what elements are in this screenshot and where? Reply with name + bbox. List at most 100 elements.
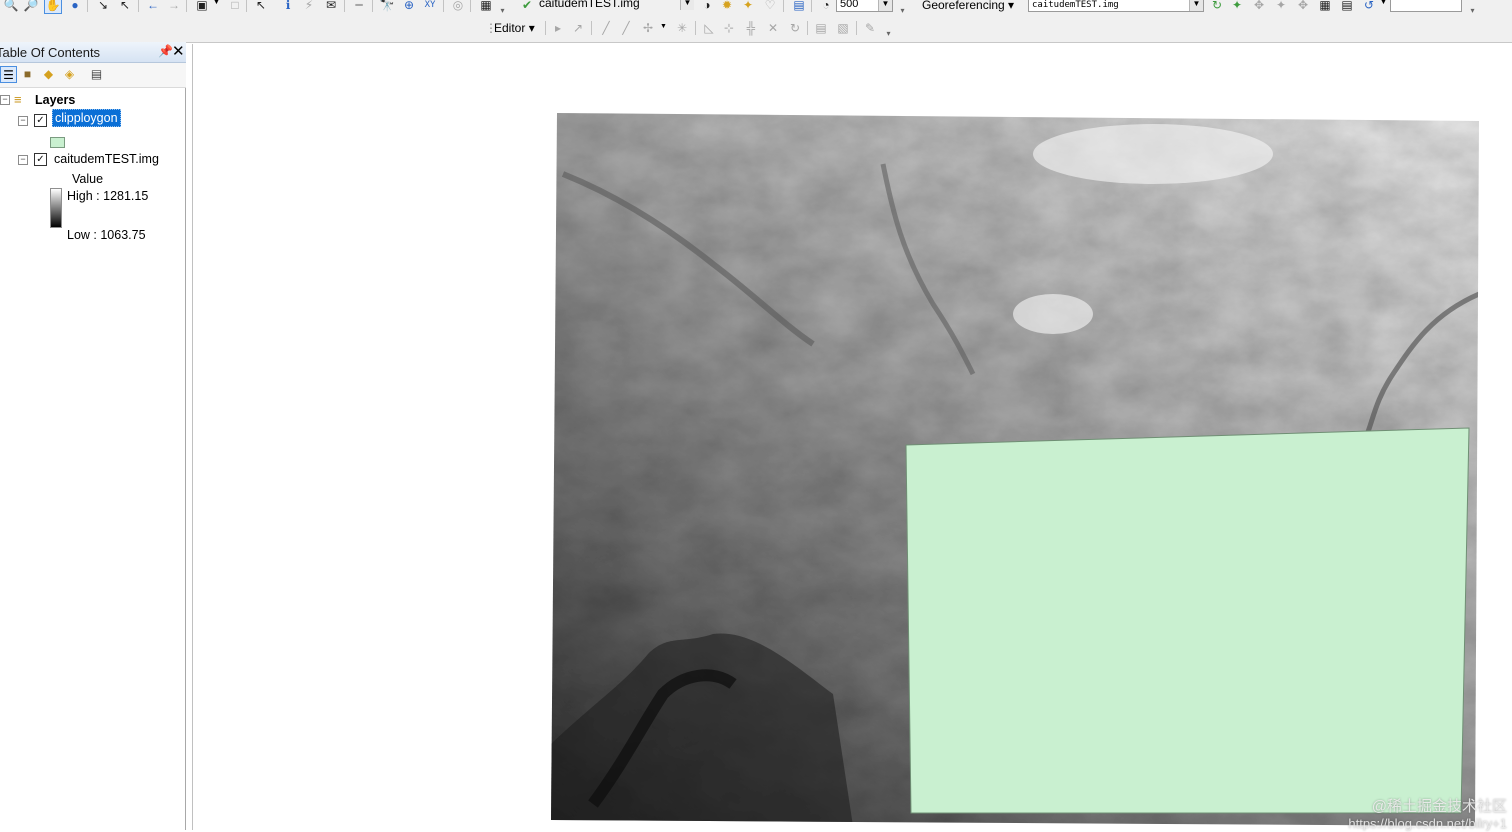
toolbar-overflow-icon[interactable]: ▾: [498, 6, 507, 15]
edit-vertices-icon[interactable]: ◺: [700, 19, 718, 37]
flicker-icon[interactable]: ♡: [761, 0, 779, 14]
add-control-points-icon[interactable]: ✦: [1228, 0, 1246, 14]
trace-icon[interactable]: ✢: [639, 19, 657, 37]
attributes-icon[interactable]: ▤: [812, 19, 830, 37]
toolbar-overflow-icon[interactable]: ▾: [898, 6, 907, 15]
legend-high-label: High : 1281.15: [67, 189, 149, 203]
chevron-down-icon[interactable]: ▼: [213, 0, 220, 6]
identify-icon[interactable]: ℹ: [279, 0, 297, 14]
editor-menu[interactable]: Editor ▾: [494, 21, 535, 35]
list-by-drawing-order-icon[interactable]: ☰: [0, 66, 17, 83]
layout-view-icon[interactable]: ▤: [790, 0, 808, 14]
separator: [470, 0, 471, 12]
point-icon[interactable]: ✳: [673, 19, 691, 37]
create-features-icon[interactable]: ✎: [861, 19, 879, 37]
layers-root-label[interactable]: Layers: [35, 93, 75, 107]
list-by-source-icon[interactable]: ■: [19, 66, 36, 83]
list-by-selection-icon[interactable]: ◈: [61, 66, 78, 83]
hyperlink-icon[interactable]: ⚡: [300, 0, 318, 14]
select-elements-icon[interactable]: ↖: [252, 0, 270, 14]
legend-low-label: Low : 1063.75: [67, 228, 146, 242]
polygon-symbol-swatch[interactable]: [50, 137, 65, 148]
collapse-layer-icon[interactable]: −: [18, 155, 28, 165]
layer-item-clipploygon[interactable]: clipploygon: [52, 109, 121, 127]
toolbar-overflow-icon[interactable]: ▾: [884, 29, 893, 38]
scale-combo[interactable]: 500 ▼: [836, 0, 893, 12]
list-by-visibility-icon[interactable]: ◆: [40, 66, 57, 83]
add-data-icon[interactable]: ▦: [477, 0, 495, 14]
cut-polygons-icon[interactable]: ╬: [742, 19, 760, 37]
close-icon[interactable]: ✕: [172, 42, 185, 60]
edit-annotation-icon[interactable]: ↗: [569, 19, 587, 37]
reshape-icon[interactable]: ⊹: [720, 19, 738, 37]
forward-icon[interactable]: →: [165, 0, 183, 14]
map-view[interactable]: @稀土掘金技术社区 https://blog.csdn.net/bilry+1: [192, 44, 1512, 832]
separator: [186, 0, 187, 12]
watermark-line-2: https://blog.csdn.net/bilry+1: [1348, 816, 1507, 831]
xy-icon[interactable]: XY: [421, 0, 439, 14]
zoom-out-icon[interactable]: 🔎: [22, 0, 40, 14]
chevron-down-icon[interactable]: ▼: [680, 0, 694, 10]
map-canvas[interactable]: [193, 44, 1512, 830]
zoom-in-icon[interactable]: 🔍: [2, 0, 20, 14]
measure-icon[interactable]: ━: [350, 0, 368, 14]
go-to-xy-icon[interactable]: ⊕: [400, 0, 418, 14]
editor-arrow-icon[interactable]: ▸: [549, 19, 567, 37]
pin-icon[interactable]: 📌: [158, 44, 173, 58]
layer-name[interactable]: caitudemTEST.img: [54, 152, 159, 166]
chevron-down-icon[interactable]: ▼: [660, 23, 667, 30]
collapse-layers-icon[interactable]: −: [0, 95, 10, 105]
layer-name[interactable]: clipploygon: [52, 109, 121, 127]
scale-tool-icon[interactable]: ✦: [1272, 0, 1290, 14]
effects-layer-icon[interactable]: ✔: [518, 0, 536, 14]
fixed-zoom-in-icon[interactable]: ↘: [94, 0, 112, 14]
toolbar-area: 🔍 🔎 ✋ ● ↘ ↖ ← → ▣ ▼ □ ↖ ℹ ⚡ ✉ ━ 🔭 ⊕ XY ◎…: [0, 0, 1512, 43]
clip-polygon-feature[interactable]: [905, 427, 1470, 814]
auto-register-icon[interactable]: ✥: [1294, 0, 1312, 14]
scale-icon[interactable]: ◔: [817, 0, 835, 14]
rotate-edit-icon[interactable]: ↻: [786, 19, 804, 37]
swipe-icon[interactable]: ✦: [739, 0, 757, 14]
back-icon[interactable]: ←: [144, 0, 162, 14]
chevron-down-icon[interactable]: ▼: [1189, 0, 1203, 11]
georeferencing-layer-combo[interactable]: caitudemTEST.img ▼: [1028, 0, 1204, 12]
separator: [807, 21, 808, 35]
chevron-down-icon[interactable]: ▼: [878, 0, 892, 11]
color-ramp[interactable]: [50, 188, 62, 228]
layer-visibility-checkbox[interactable]: ✓: [34, 114, 47, 127]
view-link-table-icon[interactable]: ▦: [1316, 0, 1334, 14]
georeferencing-menu[interactable]: Georeferencing ▾: [922, 0, 1014, 12]
options-icon[interactable]: ▤: [88, 66, 105, 83]
legend-title: Value: [72, 172, 104, 186]
collapse-layer-icon[interactable]: −: [18, 116, 28, 126]
sketch-properties-icon[interactable]: ▧: [834, 19, 852, 37]
select-features-icon[interactable]: ▣: [193, 0, 211, 14]
clear-selection-icon[interactable]: □: [226, 0, 244, 14]
html-popup-icon[interactable]: ✉: [322, 0, 340, 14]
find-icon[interactable]: 🔭: [378, 0, 396, 14]
separator: [545, 21, 546, 35]
straight-segment-icon[interactable]: ╱: [597, 19, 615, 37]
rotate-icon[interactable]: ↻: [1208, 0, 1226, 14]
shift-icon[interactable]: ✥: [1250, 0, 1268, 14]
pan-icon[interactable]: ✋: [44, 0, 62, 14]
layer-visibility-checkbox[interactable]: ✓: [34, 153, 47, 166]
viewer-icon[interactable]: ▤: [1338, 0, 1356, 14]
brightness-icon[interactable]: ✹: [718, 0, 736, 14]
fit-to-display-icon[interactable]: ↺: [1360, 0, 1378, 14]
toolbar-overflow-icon[interactable]: ▾: [1468, 6, 1477, 15]
end-point-arc-icon[interactable]: ╱: [617, 19, 635, 37]
toc-title: Table Of Contents: [0, 45, 101, 60]
contrast-icon[interactable]: ◑: [698, 0, 716, 14]
effects-layer-combo[interactable]: caitudemTEST.img ▼: [536, 0, 694, 12]
separator: [811, 0, 812, 12]
watermark: @稀土掘金技术社区 https://blog.csdn.net/bilry+1: [1348, 798, 1507, 832]
separator: [443, 0, 444, 12]
chevron-down-icon[interactable]: ▼: [1380, 0, 1387, 6]
fixed-zoom-out-icon[interactable]: ↖: [116, 0, 134, 14]
blank-combo[interactable]: [1390, 0, 1462, 12]
split-icon[interactable]: ✕: [764, 19, 782, 37]
time-slider-icon[interactable]: ◎: [449, 0, 467, 14]
separator: [87, 0, 88, 12]
globe-icon[interactable]: ●: [66, 0, 84, 14]
